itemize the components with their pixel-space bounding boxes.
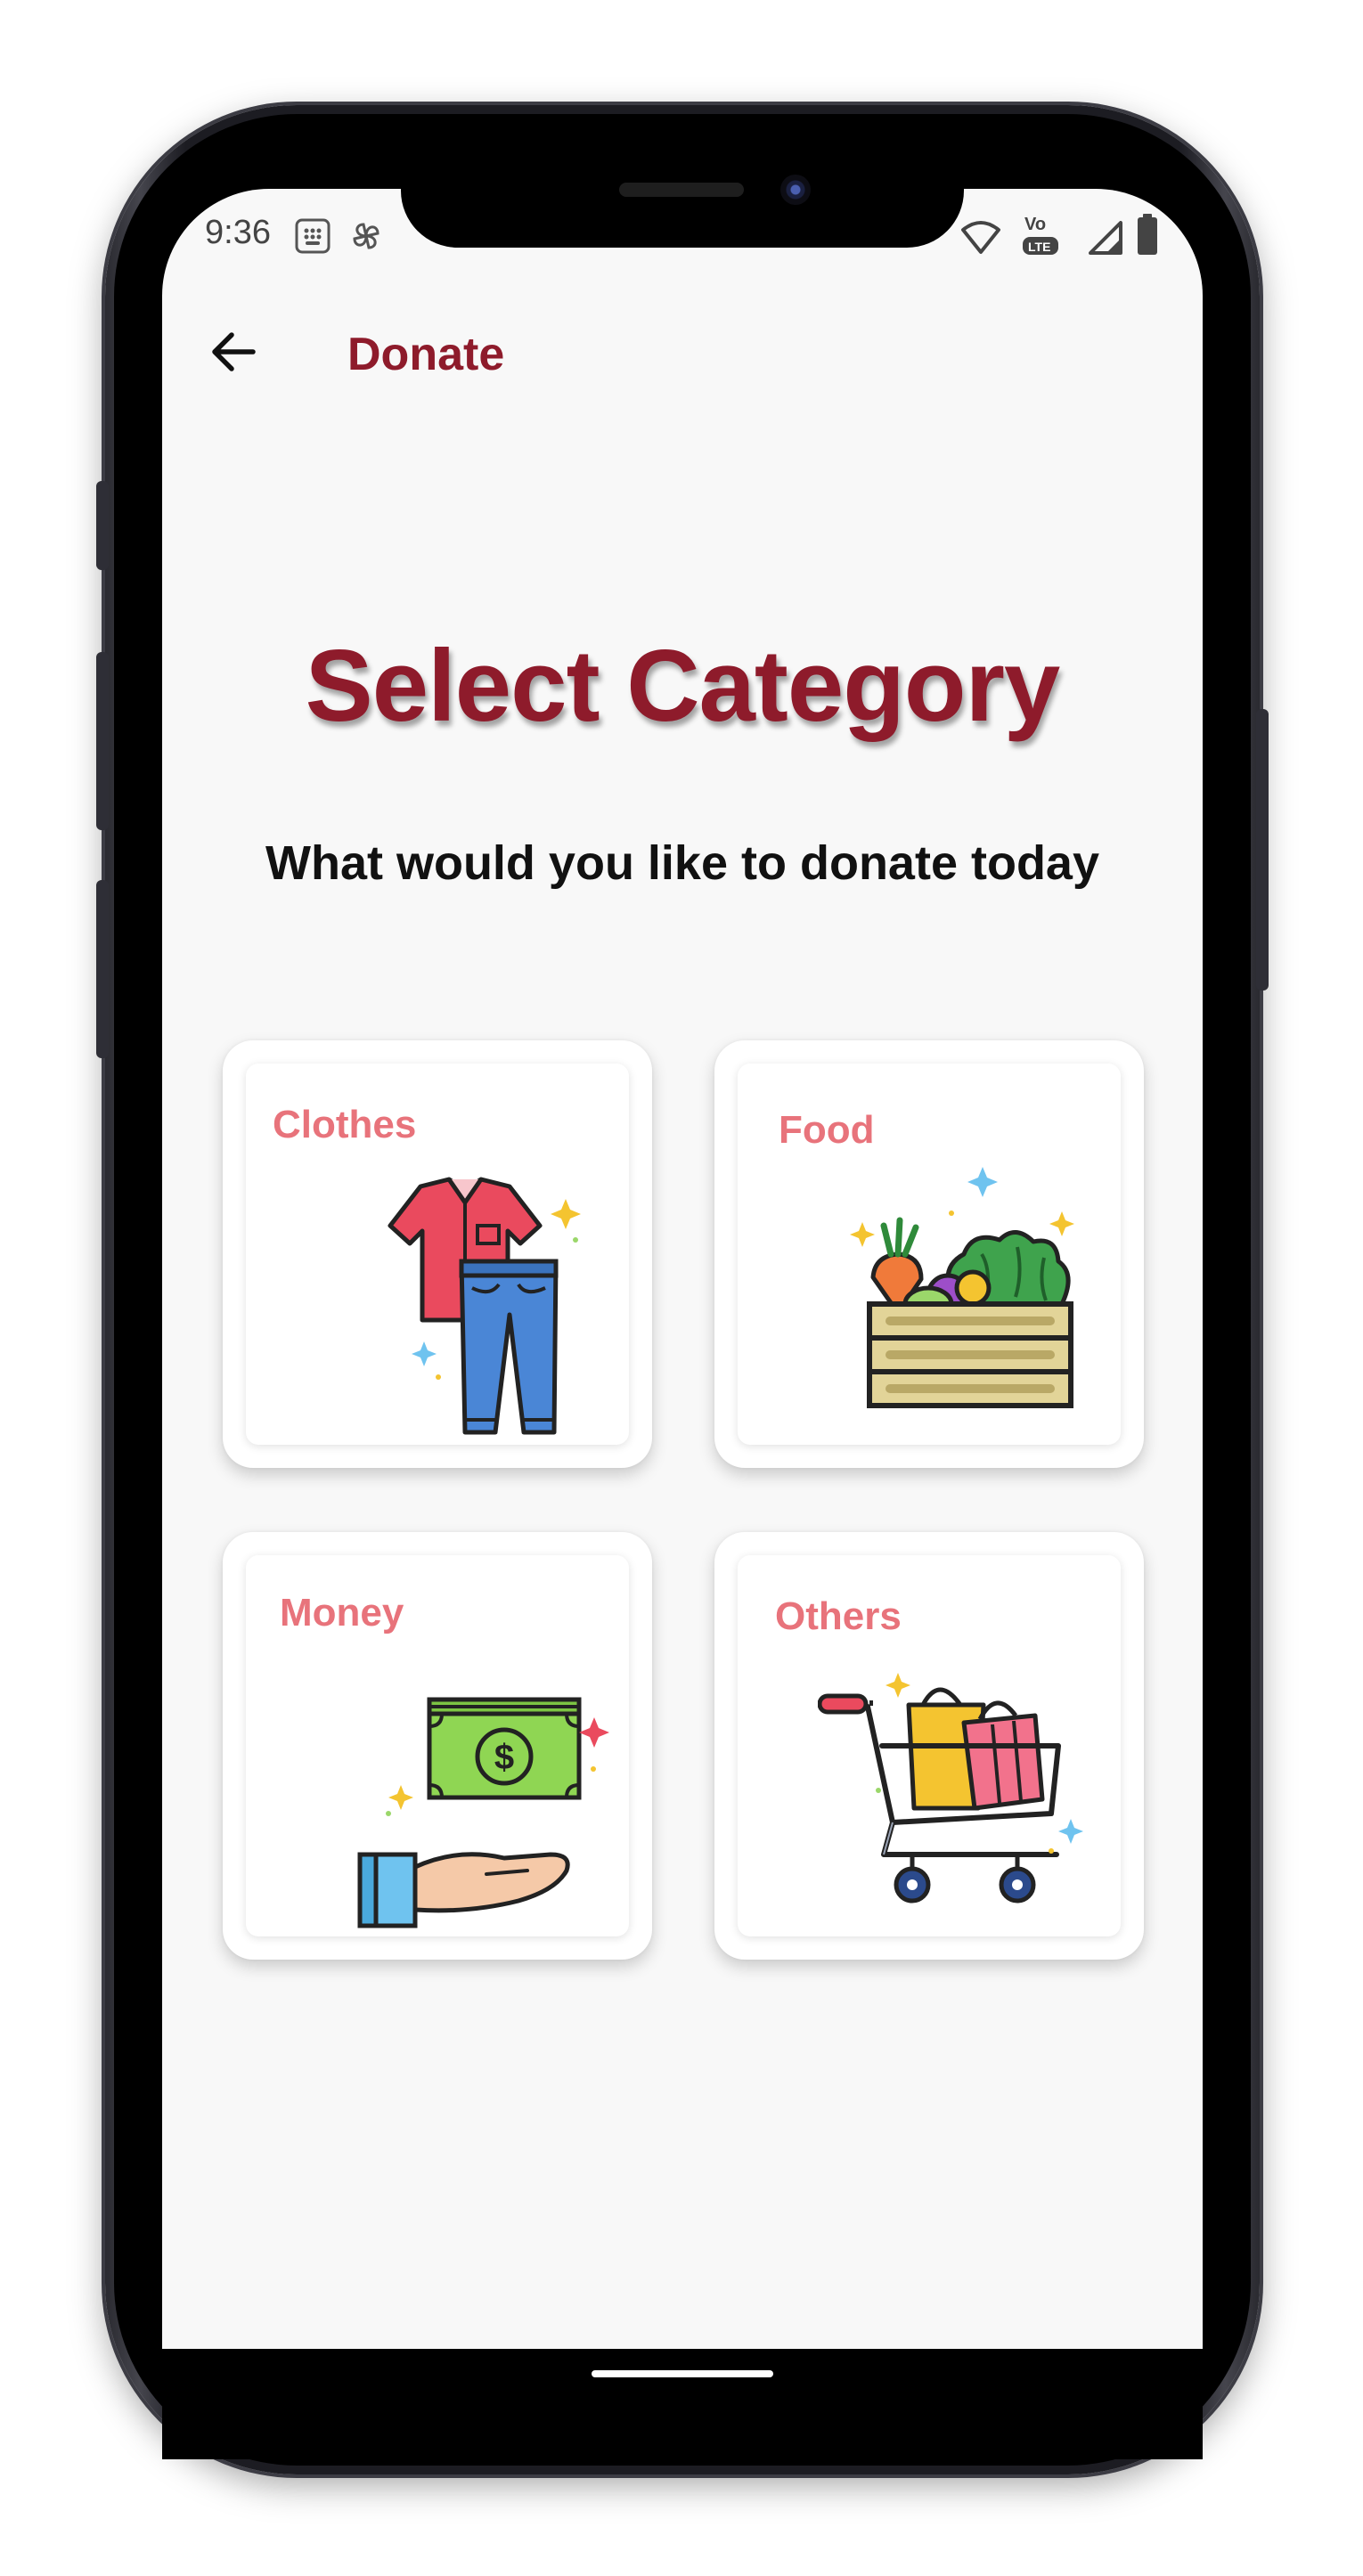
svg-text:Vo: Vo [1024, 215, 1046, 234]
signal-icon [1089, 221, 1122, 255]
shopping-cart-icon [818, 1673, 1083, 1903]
category-label-food: Food [779, 1108, 875, 1152]
side-button-volume-down [96, 880, 109, 1058]
page-title: Select Category [305, 630, 1061, 743]
pinwheel-notification-icon [353, 223, 380, 249]
side-button-volume-up [96, 652, 109, 830]
arrow-left-icon [212, 332, 256, 371]
category-label-clothes: Clothes [273, 1103, 417, 1146]
display-notch [401, 151, 964, 248]
svg-text:$: $ [494, 1738, 514, 1777]
earpiece-speaker [619, 183, 744, 197]
category-label-money: Money [280, 1591, 404, 1634]
battery-icon [1138, 214, 1157, 255]
app-bar-title: Donate [347, 329, 505, 380]
category-card-others[interactable]: Others [714, 1532, 1144, 1960]
volte-icon: Vo LTE [1023, 215, 1058, 255]
category-card-clothes[interactable]: Clothes [223, 1040, 652, 1468]
back-button[interactable] [201, 321, 264, 383]
category-label-others: Others [775, 1594, 902, 1638]
side-button-power [1256, 709, 1269, 990]
food-crate-icon [850, 1167, 1074, 1408]
category-card-money[interactable]: Money $ [223, 1532, 652, 1960]
wifi-icon [961, 221, 1000, 254]
money-hand-icon: $ [357, 1697, 609, 1928]
keypad-notification-icon [295, 218, 331, 254]
gesture-bar-area [162, 2349, 1203, 2459]
svg-text:LTE: LTE [1028, 240, 1050, 254]
status-time: 9:36 [205, 214, 271, 251]
front-camera [780, 175, 811, 205]
side-button-mute [96, 481, 109, 570]
category-card-food[interactable]: Food [714, 1040, 1144, 1468]
page-subtitle: What would you like to donate today [265, 836, 1099, 890]
home-indicator[interactable] [592, 2370, 773, 2377]
clothes-icon [388, 1177, 581, 1435]
